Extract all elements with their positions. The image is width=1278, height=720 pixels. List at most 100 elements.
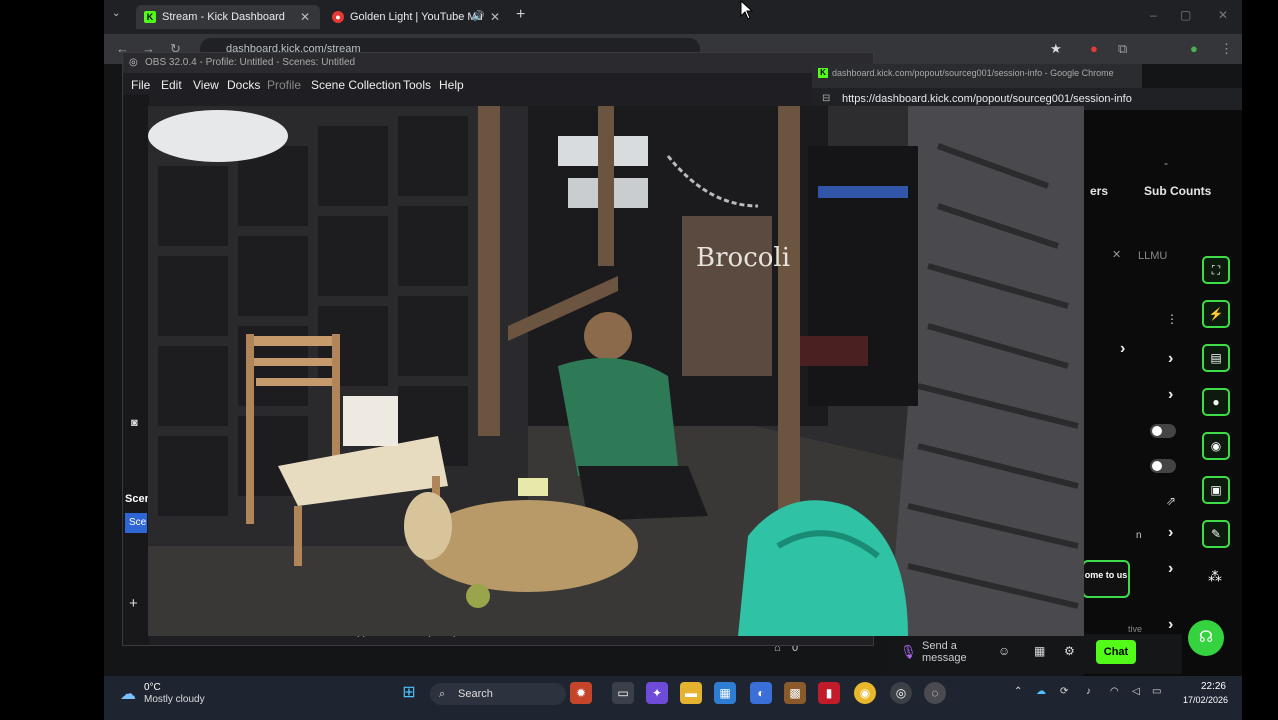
windows-taskbar <box>104 676 1242 720</box>
new-tab-button[interactable]: + <box>516 6 525 24</box>
chevron-right-icon[interactable]: › <box>1168 524 1173 542</box>
menu-view[interactable]: View <box>193 78 219 92</box>
popout-url-text: https://dashboard.kick.com/popout/source… <box>842 93 1132 105</box>
top-tag: LLMU <box>1138 250 1168 262</box>
close-tab-icon[interactable]: ✕ <box>300 5 310 29</box>
obs-taskbar-icon[interactable]: ◌ <box>924 682 946 704</box>
obs-menu-bar: File Edit View Docks Profile Scene Colle… <box>123 75 873 95</box>
chat-send-button[interactable]: Chat <box>1096 640 1136 664</box>
obs-title: OBS 32.0.4 - Profile: Untitled - Scenes:… <box>145 57 356 68</box>
menu-docks[interactable]: Docks <box>227 78 260 92</box>
section-label: n <box>1136 530 1142 541</box>
obs-title-bar: ◎ OBS 32.0.4 - Profile: Untitled - Scene… <box>123 53 873 73</box>
chalkboard-text: Brocoli <box>696 243 790 273</box>
taskbar-clock-date[interactable]: 17/02/2026 <box>1174 695 1228 705</box>
chat-settings-gear-icon[interactable]: ⚙ <box>1064 644 1075 658</box>
tray-mic-icon[interactable]: ♪ <box>1086 686 1091 697</box>
calendar-icon[interactable]: ▦ <box>714 682 736 704</box>
rail-lightning-icon[interactable]: ⚡ <box>1202 300 1230 328</box>
menu-file[interactable]: File <box>131 78 150 92</box>
more-options-icon[interactable]: ⋮ <box>1166 312 1178 326</box>
welcome-chip[interactable]: ome to us <box>1082 560 1130 598</box>
tab-youtube-music[interactable]: ● Golden Light | YouTube Mu 🔊 ✕ <box>324 5 506 29</box>
tab-title: Stream - Kick Dashboard <box>162 11 285 23</box>
popout-title: dashboard.kick.com/popout/sourceg001/ses… <box>832 68 1114 78</box>
app-red-icon[interactable]: ▮ <box>818 682 840 704</box>
microphone-icon[interactable]: 🎙 <box>900 644 917 660</box>
obs-logo-icon: ◎ <box>129 57 138 68</box>
search-icon: ⌕ <box>439 688 446 700</box>
copilot-icon[interactable]: ✦ <box>646 682 668 704</box>
chevron-right-icon[interactable]: › <box>1168 560 1173 578</box>
sub-counts-value: - <box>1164 156 1168 170</box>
active-label: tive <box>1128 624 1143 634</box>
file-explorer-icon[interactable]: ▬ <box>680 682 702 704</box>
tab-title: Golden Light | YouTube Mu <box>350 11 483 23</box>
maximize-button[interactable]: ▢ <box>1180 8 1191 22</box>
rail-apps-icon[interactable]: ⁂ <box>1208 568 1222 585</box>
kick-favicon-icon: K <box>144 11 156 23</box>
toggle-switch[interactable] <box>1150 459 1176 473</box>
battery-icon[interactable]: ▭ <box>1152 686 1161 697</box>
taskbar-search-label: Search <box>458 688 493 700</box>
kick-favicon-icon: K <box>818 68 828 78</box>
chevron-right-icon[interactable]: › <box>1120 340 1125 358</box>
minimize-button[interactable]: – <box>1150 8 1157 22</box>
tray-app-icon[interactable]: ⟳ <box>1060 686 1068 697</box>
sub-counts-label: Sub Counts <box>1144 184 1212 198</box>
weather-cloud-icon[interactable]: ☁ <box>120 684 136 704</box>
app-icon[interactable]: ✹ <box>570 682 592 704</box>
chart-icon[interactable]: ⇗ <box>1166 494 1176 508</box>
discord-icon[interactable]: ◐ <box>750 682 772 704</box>
kebab-menu-icon[interactable]: ⋮ <box>1220 41 1233 57</box>
chrome-profile-icon[interactable]: ◎ <box>890 682 912 704</box>
emoji-icon[interactable]: ☺ <box>998 644 1010 658</box>
extensions-puzzle-icon[interactable]: ⧉ <box>1118 41 1127 57</box>
menu-tools[interactable]: Tools <box>403 78 431 92</box>
rail-chat-bubble-icon[interactable]: ● <box>1202 388 1230 416</box>
chevron-right-icon[interactable]: › <box>1168 350 1173 368</box>
task-view-icon[interactable]: ▭ <box>612 682 634 704</box>
chrome-icon[interactable]: ◉ <box>854 682 876 704</box>
tab-search-chevron-icon[interactable]: ⌄ <box>112 8 120 19</box>
rail-media-icon[interactable]: ▣ <box>1202 476 1230 504</box>
speaker-icon[interactable]: 🔊 <box>472 5 484 29</box>
chevron-right-icon[interactable]: › <box>1168 386 1173 404</box>
profile-avatar[interactable]: ● <box>1190 41 1198 56</box>
windows-start-icon[interactable]: ⊞ <box>398 682 420 704</box>
close-window-button[interactable]: ✕ <box>1218 8 1228 22</box>
taskbar-search-box[interactable]: ⌕ Search <box>430 683 566 705</box>
rail-document-icon[interactable]: ▤ <box>1202 344 1230 372</box>
add-scene-button[interactable]: + <box>129 595 138 612</box>
mouse-pointer-icon <box>740 0 754 20</box>
tray-cloud-icon[interactable]: ☁ <box>1036 686 1046 697</box>
menu-scene-collection[interactable]: Scene Collection <box>311 78 401 92</box>
camera-icon[interactable]: ◙ <box>131 417 138 429</box>
help-headset-button[interactable]: ☊ <box>1188 620 1224 656</box>
rail-broadcast-icon[interactable]: ◉ <box>1202 432 1230 460</box>
menu-edit[interactable]: Edit <box>161 78 182 92</box>
weather-temperature[interactable]: 0°C <box>144 682 161 693</box>
tab-kick-dashboard[interactable]: K Stream - Kick Dashboard ✕ <box>136 5 320 29</box>
browser-tab-strip: ⌄ K Stream - Kick Dashboard ✕ ● Golden L… <box>104 0 1242 34</box>
volume-icon[interactable]: ◁ <box>1132 686 1140 697</box>
scene-list-item[interactable]: Sce <box>125 513 147 533</box>
menu-profile[interactable]: Profile <box>267 78 301 92</box>
chevron-right-icon[interactable]: › <box>1168 616 1173 634</box>
gift-icon[interactable]: ▦ <box>1034 644 1045 658</box>
extension-icon[interactable]: ● <box>1090 41 1098 56</box>
taskbar-clock-time[interactable]: 22:26 <box>1200 681 1226 692</box>
minecraft-icon[interactable]: ▩ <box>784 682 806 704</box>
close-popout-icon[interactable]: ✕ <box>1112 248 1121 261</box>
wifi-icon[interactable]: ◠ <box>1110 686 1119 697</box>
close-tab-icon[interactable]: ✕ <box>490 5 500 29</box>
chat-message-input[interactable]: Send a message <box>922 640 982 664</box>
rail-wrench-icon[interactable]: ✎ <box>1202 520 1230 548</box>
obs-video-preview: Brocoli <box>148 106 1084 636</box>
bookmark-star-icon[interactable]: ★ <box>1050 41 1062 57</box>
rail-fullscreen-icon[interactable]: ⛶ <box>1202 256 1230 284</box>
toggle-switch[interactable] <box>1150 424 1176 438</box>
menu-help[interactable]: Help <box>439 78 464 92</box>
tray-chevron-icon[interactable]: ⌃ <box>1014 686 1022 697</box>
weather-description[interactable]: Mostly cloudy <box>144 694 205 705</box>
